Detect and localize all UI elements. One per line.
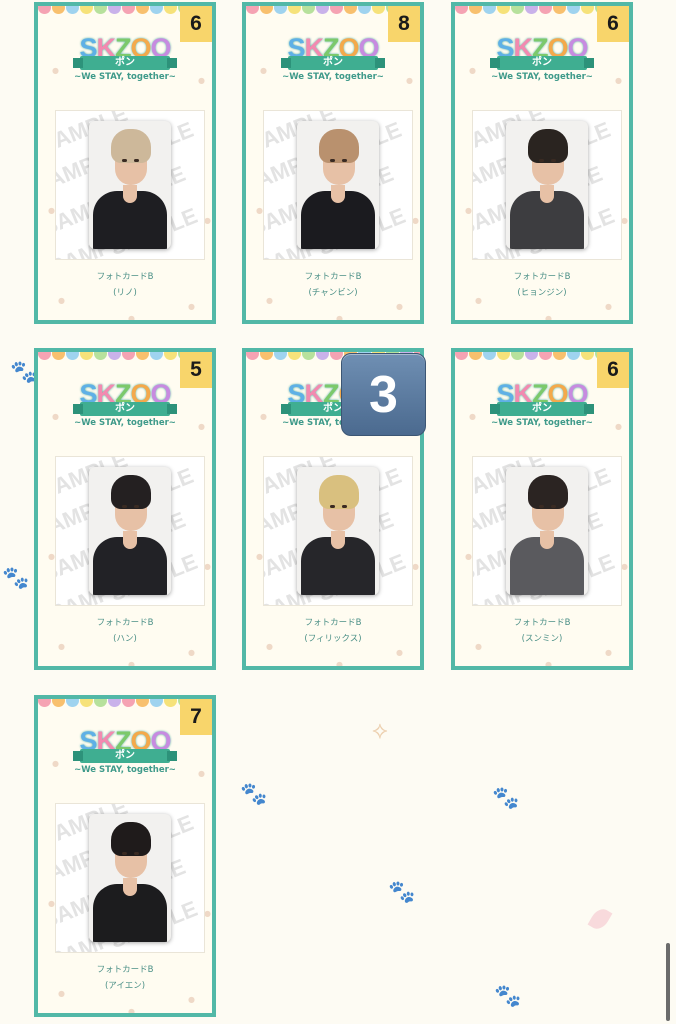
photo-frame: SAMPLESAMPLESAMPLESAMPLESAMPLESAMPLESAMP…	[55, 110, 205, 260]
photo-frame: SAMPLESAMPLESAMPLESAMPLESAMPLESAMPLESAMP…	[263, 456, 413, 606]
card-caption: フォトカードB (ヒョンジン)	[455, 269, 629, 301]
photo-frame: SAMPLESAMPLESAMPLESAMPLESAMPLESAMPLESAMP…	[472, 110, 622, 260]
paw-print-icon: 🐾	[388, 880, 416, 905]
card-caption: フォトカードB (チャンビン)	[246, 269, 420, 301]
member-name: (フィリックス)	[304, 634, 362, 644]
member-name: (リノ)	[113, 288, 137, 298]
scrollbar[interactable]	[666, 943, 670, 1021]
photocard-card[interactable]: ●●●●●●● 6 SKZOO ポン ~We STAY, together~ S…	[451, 348, 633, 670]
card-caption: フォトカードB (リノ)	[38, 269, 212, 301]
photocard-card[interactable]: ●●●●●●● 8 SKZOO ポン ~We STAY, together~ S…	[242, 2, 424, 324]
skzoo-logo: SKZOO ポン ~We STAY, together~	[73, 33, 177, 82]
card-caption: フォトカードB (ハン)	[38, 615, 212, 647]
member-name: (ハン)	[113, 634, 137, 644]
card-label: フォトカードB	[96, 272, 154, 282]
card-label: フォトカードB	[96, 965, 154, 975]
member-name: (アイエン)	[104, 981, 146, 991]
card-label: フォトカードB	[304, 618, 362, 628]
card-label: フォトカードB	[513, 618, 571, 628]
paw-print-icon: 🐾	[492, 786, 520, 811]
skzoo-logo: SKZOO ポン ~We STAY, together~	[490, 379, 594, 428]
member-photo	[506, 121, 588, 249]
photo-frame: SAMPLESAMPLESAMPLESAMPLESAMPLESAMPLESAMP…	[472, 456, 622, 606]
card-label: フォトカードB	[513, 272, 571, 282]
photo-frame: SAMPLESAMPLESAMPLESAMPLESAMPLESAMPLESAMP…	[55, 803, 205, 953]
skzoo-logo: SKZOO ポン ~We STAY, together~	[73, 726, 177, 775]
card-caption: フォトカードB (アイエン)	[38, 962, 212, 994]
twig-icon: ⟡	[372, 716, 388, 744]
paw-print-icon: 🐾	[494, 984, 522, 1009]
photo-frame: SAMPLESAMPLESAMPLESAMPLESAMPLESAMPLESAMP…	[263, 110, 413, 260]
overlay-count-badge: 3	[341, 353, 426, 436]
photocard-card[interactable]: ●●●●●●● 5 SKZOO ポン ~We STAY, together~ S…	[34, 348, 216, 670]
member-name: (ヒョンジン)	[517, 288, 567, 298]
photocard-card[interactable]: ●●●●●●● 6 SKZOO ポン ~We STAY, together~ S…	[34, 2, 216, 324]
photocard-card[interactable]: ●●●●●●● 6 SKZOO ポン ~We STAY, together~ S…	[451, 2, 633, 324]
card-label: フォトカードB	[96, 618, 154, 628]
member-photo	[89, 814, 171, 942]
member-name: (チャンビン)	[308, 288, 358, 298]
leaf-icon	[587, 905, 613, 933]
skzoo-logo: SKZOO ポン ~We STAY, together~	[281, 33, 385, 82]
paw-print-icon: 🐾	[2, 566, 30, 591]
member-name: (スンミン)	[521, 634, 563, 644]
member-photo	[297, 121, 379, 249]
card-caption: フォトカードB (フィリックス)	[246, 615, 420, 647]
card-label: フォトカードB	[304, 272, 362, 282]
paw-print-icon: 🐾	[240, 782, 268, 807]
photocard-card[interactable]: ●●●●●●● 7 SKZOO ポン ~We STAY, together~ S…	[34, 695, 216, 1017]
member-photo	[89, 467, 171, 595]
skzoo-logo: SKZOO ポン ~We STAY, together~	[490, 33, 594, 82]
member-photo	[297, 467, 379, 595]
photo-frame: SAMPLESAMPLESAMPLESAMPLESAMPLESAMPLESAMP…	[55, 456, 205, 606]
member-photo	[89, 121, 171, 249]
card-caption: フォトカードB (スンミン)	[455, 615, 629, 647]
skzoo-logo: SKZOO ポン ~We STAY, together~	[73, 379, 177, 428]
member-photo	[506, 467, 588, 595]
